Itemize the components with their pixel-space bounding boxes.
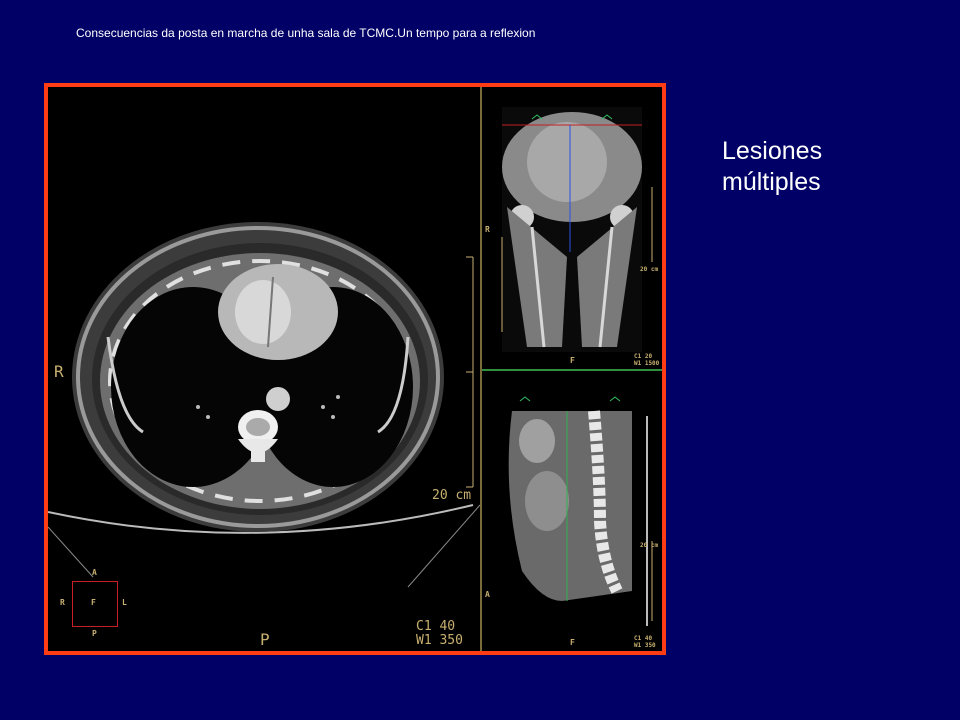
coronal-window-width: W1 1500: [634, 360, 660, 367]
slide-title: Consecuencias da posta en marcha de unha…: [76, 26, 536, 40]
heading-line-1: Lesiones: [722, 137, 823, 165]
sagittal-feet-label: F: [570, 638, 575, 647]
coronal-feet-label: F: [570, 356, 575, 365]
sagittal-pane[interactable]: A F 20 cm C1 40 W1 350: [482, 371, 662, 651]
orientation-anterior: A: [92, 568, 97, 577]
orientation-feet: F: [91, 598, 96, 607]
ct-viewer: R P 20 cm C1 40 W1 350 A R F L P R F 20 …: [44, 83, 666, 655]
coronal-ct-image: [501, 107, 653, 352]
slide-heading: Lesiones múltiples: [722, 136, 822, 198]
coronal-right-label: R: [485, 225, 490, 234]
axial-window-center: C1 40: [416, 619, 456, 634]
sagittal-scale-label: 20 cm: [640, 542, 659, 549]
axial-right-label: R: [54, 362, 64, 381]
orientation-posterior: P: [92, 629, 97, 638]
axial-ct-image: [48, 222, 480, 588]
axial-pane[interactable]: R P 20 cm C1 40 W1 350 A R F L P: [48, 87, 480, 651]
axial-window-width: W1 350: [416, 633, 463, 648]
axial-scale-label: 20 cm: [432, 488, 472, 503]
orientation-right: R: [60, 598, 65, 607]
axial-posterior-label: P: [260, 630, 270, 649]
sagittal-window-width: W1 350: [634, 642, 656, 649]
coronal-scale-label: 20 cm: [640, 266, 659, 273]
orientation-left: L: [122, 598, 127, 607]
sagittal-anterior-label: A: [485, 590, 490, 599]
coronal-pane[interactable]: R F 20 cm C1 20 W1 1500: [482, 87, 662, 369]
heading-line-2: múltiples: [722, 168, 821, 196]
sagittal-ct-image: [508, 396, 653, 626]
